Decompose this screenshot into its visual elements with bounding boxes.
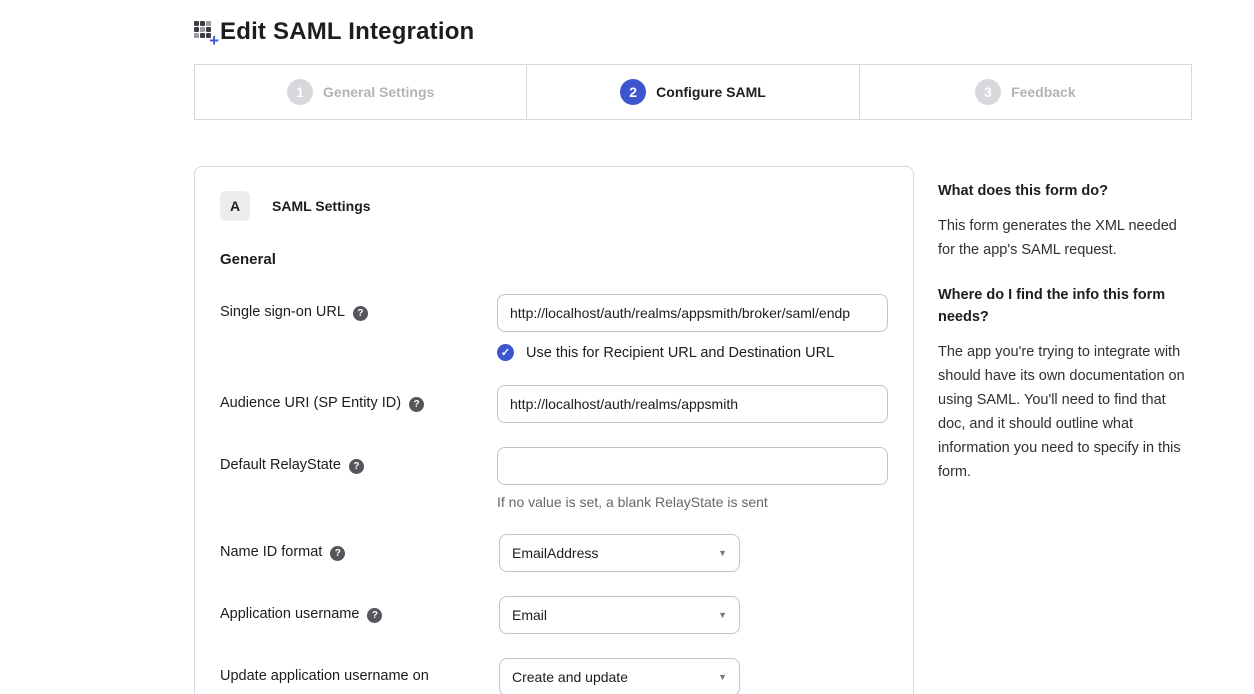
help-icon[interactable]: ?	[353, 306, 368, 321]
field-single-sign-on-url: Single sign-on URL ? ✓ Use this for Reci…	[220, 294, 888, 361]
name-id-format-select[interactable]: EmailAddress ▼	[499, 534, 740, 572]
application-username-select[interactable]: Email ▼	[499, 596, 740, 634]
help-icon[interactable]: ?	[349, 459, 364, 474]
update-application-username-label: Update application username on	[220, 668, 429, 684]
help-icon[interactable]: ?	[330, 546, 345, 561]
section-a-badge: A	[220, 191, 250, 221]
step-3-label: Feedback	[1011, 84, 1076, 100]
field-application-username: Application username ? Email ▼	[220, 596, 888, 634]
sidebar-para-what: This form generates the XML needed for t…	[938, 214, 1192, 262]
wizard-stepper: 1 General Settings 2 Configure SAML 3 Fe…	[194, 64, 1192, 120]
checkbox-checked-icon[interactable]: ✓	[497, 344, 514, 361]
help-icon[interactable]: ?	[367, 608, 382, 623]
default-relaystate-label: Default RelayState	[220, 457, 341, 473]
update-application-username-select[interactable]: Create and update ▼	[499, 658, 740, 694]
name-id-format-value: EmailAddress	[512, 545, 598, 561]
update-application-username-value: Create and update	[512, 669, 628, 685]
step-1-number: 1	[287, 79, 313, 105]
help-icon[interactable]: ?	[409, 397, 424, 412]
step-2-label: Configure SAML	[656, 84, 766, 100]
field-default-relaystate: Default RelayState ? If no value is set,…	[220, 447, 888, 510]
sidebar-heading-what: What does this form do?	[938, 180, 1192, 202]
audience-uri-label: Audience URI (SP Entity ID)	[220, 395, 401, 411]
page-root: + Edit SAML Integration 1 General Settin…	[0, 0, 1192, 694]
chevron-down-icon: ▼	[718, 548, 727, 558]
field-update-application-username: Update application username on Create an…	[220, 658, 888, 694]
step-3-number: 3	[975, 79, 1001, 105]
relaystate-hint: If no value is set, a blank RelayState i…	[497, 494, 888, 510]
sidebar-heading-where: Where do I find the info this form needs…	[938, 284, 1192, 328]
panel-title: SAML Settings	[272, 198, 371, 214]
chevron-down-icon: ▼	[718, 672, 727, 682]
general-section-heading: General	[220, 251, 888, 268]
chevron-down-icon: ▼	[718, 610, 727, 620]
app-grid-plus-icon: +	[194, 21, 216, 43]
saml-settings-card: A SAML Settings General Single sign-on U…	[194, 166, 914, 694]
application-username-value: Email	[512, 607, 547, 623]
name-id-format-label: Name ID format	[220, 544, 322, 560]
recipient-url-checkbox-label: Use this for Recipient URL and Destinati…	[526, 345, 834, 361]
application-username-label: Application username	[220, 606, 359, 622]
step-general-settings[interactable]: 1 General Settings	[195, 65, 526, 119]
field-audience-uri: Audience URI (SP Entity ID) ?	[220, 385, 888, 423]
audience-uri-input[interactable]	[497, 385, 888, 423]
step-2-number: 2	[620, 79, 646, 105]
page-header: + Edit SAML Integration	[194, 10, 1192, 54]
recipient-url-checkbox-row[interactable]: ✓ Use this for Recipient URL and Destina…	[497, 344, 888, 361]
single-sign-on-url-label: Single sign-on URL	[220, 304, 345, 320]
page-title: Edit SAML Integration	[220, 18, 474, 46]
step-configure-saml[interactable]: 2 Configure SAML	[526, 65, 858, 119]
default-relaystate-input[interactable]	[497, 447, 888, 485]
field-name-id-format: Name ID format ? EmailAddress ▼	[220, 534, 888, 572]
help-sidebar: What does this form do? This form genera…	[938, 166, 1192, 506]
single-sign-on-url-input[interactable]	[497, 294, 888, 332]
step-feedback[interactable]: 3 Feedback	[859, 65, 1191, 119]
sidebar-para-where: The app you're trying to integrate with …	[938, 340, 1192, 484]
step-1-label: General Settings	[323, 84, 434, 100]
